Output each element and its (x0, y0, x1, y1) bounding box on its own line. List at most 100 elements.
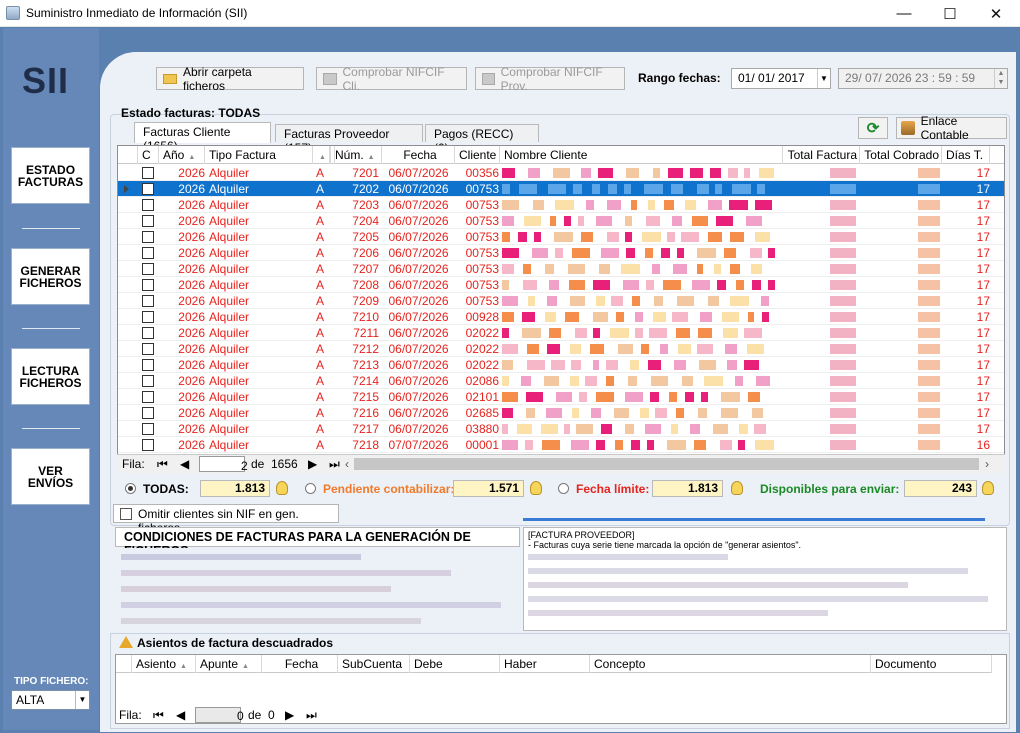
col-header-documento[interactable]: Documento (871, 655, 992, 673)
table-row[interactable]: 2026 Alquiler A 7208 06/07/2026 00753 17 (118, 277, 1004, 293)
row-checkbox[interactable] (142, 327, 154, 339)
refresh-button[interactable]: ⟳ (858, 117, 888, 139)
row-checkbox[interactable] (142, 407, 154, 419)
table-row[interactable]: 2026 Alquiler A 7209 06/07/2026 00753 17 (118, 293, 1004, 309)
bulb-icon[interactable] (276, 481, 288, 495)
col-header-subcuenta[interactable]: SubCuenta (338, 655, 410, 673)
row-checkbox[interactable] (142, 423, 154, 435)
comprobar-nifcif-cli-button[interactable]: Comprobar NIFCIF Cli. (316, 65, 467, 93)
tipo-fichero-select[interactable]: ALTA ▼ (11, 690, 90, 710)
next-page-icon[interactable]: ▶ (285, 708, 294, 722)
row-checkbox[interactable] (142, 167, 154, 179)
table-row[interactable]: 2026 Alquiler A 7210 06/07/2026 00928 17 (118, 309, 1004, 325)
tab-facturas-proveedor[interactable]: Facturas Proveedor (157) (275, 124, 423, 155)
table-row[interactable]: 2026 Alquiler A 7201 06/07/2026 00356 17 (118, 165, 1004, 181)
col-header-total-factura[interactable]: Total Factura (783, 146, 860, 164)
page-input[interactable]: 0 (195, 707, 244, 723)
todas-radio[interactable] (125, 483, 136, 494)
table-row[interactable]: 2026 Alquiler A 7204 06/07/2026 00753 17 (118, 213, 1004, 229)
col-header-c[interactable]: C (138, 146, 159, 164)
prev-page-icon[interactable]: ◀ (180, 457, 189, 471)
row-checkbox[interactable] (142, 215, 154, 227)
prev-page-icon[interactable]: ◀ (176, 708, 185, 722)
row-checkbox[interactable] (142, 263, 154, 275)
row-checkbox[interactable] (142, 359, 154, 371)
table-row[interactable]: 2026 Alquiler A 7205 06/07/2026 00753 17 (118, 229, 1004, 245)
col-header-num[interactable]: Núm. ▲ (331, 146, 382, 164)
table-row[interactable]: 2026 Alquiler A 7218 07/07/2026 00001 16 (118, 437, 1004, 453)
omitir-clientes-checkbox[interactable]: Omitir clientes sin NIF en gen. ficheros (113, 504, 339, 535)
row-checkbox[interactable] (142, 247, 154, 259)
col-header-debe[interactable]: Debe (410, 655, 500, 673)
obscured-text (717, 280, 726, 290)
col-header-fecha[interactable]: Fecha (382, 146, 455, 164)
table-row[interactable]: 2026 Alquiler A 7212 06/07/2026 02022 17 (118, 341, 1004, 357)
bulb-icon[interactable] (731, 481, 743, 495)
table-row[interactable]: 2026 Alquiler A 7217 06/07/2026 03880 17 (118, 421, 1004, 437)
next-page-icon[interactable]: ▶ (308, 457, 317, 471)
row-checkbox[interactable] (142, 199, 154, 211)
maximize-button[interactable]: ☐ (927, 0, 973, 27)
col-header-anio[interactable]: Año ▲ (159, 146, 205, 164)
table-row[interactable]: 2026 Alquiler A 7203 06/07/2026 00753 17 (118, 197, 1004, 213)
calendar-dropdown-icon[interactable]: ▼ (817, 69, 830, 88)
table-row[interactable]: 2026 Alquiler A 7214 06/07/2026 02086 17 (118, 373, 1004, 389)
bulb-icon[interactable] (982, 481, 994, 495)
table-row[interactable]: 2026 Alquiler A 7202 06/07/2026 00753 17 (118, 181, 1004, 197)
row-checkbox[interactable] (142, 375, 154, 387)
ver-envios-button[interactable]: VER ENVÍOS (11, 448, 90, 505)
obscured-text (698, 328, 712, 338)
facturas-grid[interactable]: C Año ▲ Tipo Factura ▲ Núm. ▲ Fecha Client… (117, 145, 1005, 473)
table-row[interactable]: 2026 Alquiler A 7216 06/07/2026 02685 17 (118, 405, 1004, 421)
lectura-ficheros-button[interactable]: LECTURA FICHEROS (11, 348, 90, 405)
bulb-icon[interactable] (530, 481, 542, 495)
row-checkbox[interactable] (142, 391, 154, 403)
row-checkbox[interactable] (142, 279, 154, 291)
col-header-serie-sort[interactable]: ▲ (312, 146, 331, 164)
col-header-apunte[interactable]: Apunte ▲ (196, 655, 262, 673)
comprobar-nifcif-prov-button[interactable]: Comprobar NIFCIF Prov. (475, 65, 625, 93)
tab-facturas-cliente[interactable]: Facturas Cliente (1656) (134, 122, 271, 153)
row-checkbox[interactable] (142, 295, 154, 307)
col-header-asiento[interactable]: Asiento ▲ (132, 655, 196, 673)
row-checkbox[interactable] (142, 439, 154, 451)
col-header-concepto[interactable]: Concepto (590, 655, 871, 673)
row-checkbox[interactable] (142, 311, 154, 323)
fecha-desde-picker[interactable]: 01/ 01/ 2017 ▼ (731, 68, 831, 89)
col-header-fecha[interactable]: Fecha (262, 655, 338, 673)
last-page-icon[interactable]: ⏭ (329, 457, 340, 472)
table-row[interactable]: 2026 Alquiler A 7207 06/07/2026 00753 17 (118, 261, 1004, 277)
checkbox-box[interactable] (120, 508, 132, 520)
col-header-nombre[interactable]: Nombre Cliente (500, 146, 783, 164)
fecha-limite-radio[interactable] (558, 483, 569, 494)
first-page-icon[interactable]: ⏮ (153, 708, 164, 723)
row-checkbox[interactable] (142, 183, 154, 195)
col-header-total-cobrado[interactable]: Total Cobrado (860, 146, 942, 164)
generar-ficheros-button[interactable]: GENERAR FICHEROS (11, 248, 90, 305)
table-row[interactable]: 2026 Alquiler A 7211 06/07/2026 02022 17 (118, 325, 1004, 341)
close-button[interactable]: ✕ (973, 0, 1019, 27)
scroll-left-icon[interactable]: ‹ (345, 457, 349, 471)
minimize-button[interactable]: — (881, 0, 927, 27)
abrir-carpeta-button[interactable]: Abrir carpeta ficheros (156, 65, 304, 93)
col-header-dias[interactable]: Días T. (942, 146, 990, 164)
spinner-icon[interactable]: ▲ ▼ (994, 69, 1007, 88)
row-checkbox[interactable] (142, 343, 154, 355)
last-page-icon[interactable]: ⏭ (306, 708, 317, 723)
horizontal-scrollbar[interactable] (354, 458, 979, 470)
col-header-haber[interactable]: Haber (500, 655, 590, 673)
pendiente-radio[interactable] (305, 483, 316, 494)
enlace-contable-button[interactable]: Enlace Contable (896, 114, 1007, 142)
table-row[interactable]: 2026 Alquiler A 7206 06/07/2026 00753 17 (118, 245, 1004, 261)
tab-pagos-recc[interactable]: Pagos (RECC) (0) (425, 124, 539, 155)
table-row[interactable]: 2026 Alquiler A 7215 06/07/2026 02101 17 (118, 389, 1004, 405)
chevron-down-icon[interactable]: ▼ (75, 691, 89, 709)
col-header-cliente[interactable]: Cliente (455, 146, 500, 164)
table-row[interactable]: 2026 Alquiler A 7213 06/07/2026 02022 17 (118, 357, 1004, 373)
fecha-hasta-picker[interactable]: 29/ 07/ 2026 23 : 59 : 59 ▲ ▼ (838, 68, 1008, 89)
estado-facturas-button[interactable]: ESTADO FACTURAS (11, 147, 90, 204)
page-input[interactable]: 2 (199, 456, 248, 473)
scroll-right-icon[interactable]: › (985, 457, 989, 471)
row-checkbox[interactable] (142, 231, 154, 243)
first-page-icon[interactable]: ⏮ (157, 457, 168, 472)
